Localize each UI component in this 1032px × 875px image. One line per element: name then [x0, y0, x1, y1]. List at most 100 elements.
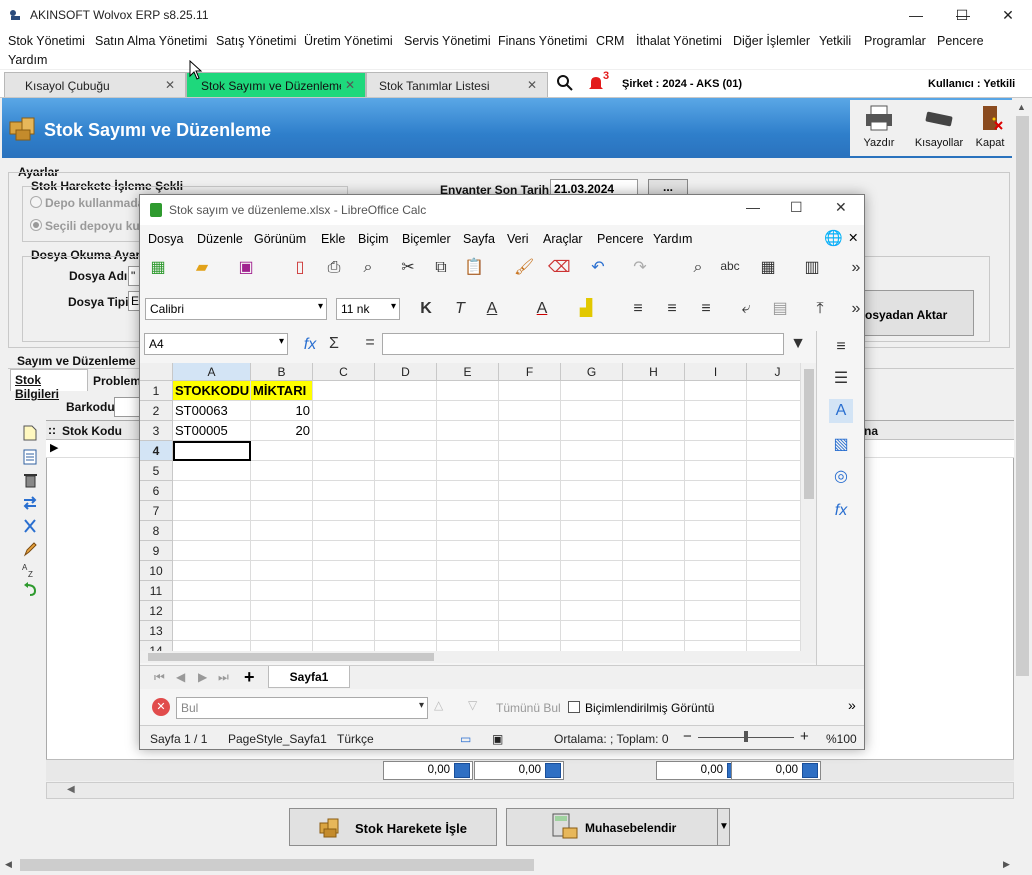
cell-c4[interactable]	[313, 441, 375, 461]
cell-c12[interactable]	[313, 601, 375, 621]
status-zoom[interactable]: %100	[826, 732, 857, 746]
cell-f8[interactable]	[499, 521, 561, 541]
cell-f14[interactable]	[499, 641, 561, 651]
cell-b14[interactable]	[251, 641, 313, 651]
calc-menu-bicemler[interactable]: Biçemler	[402, 232, 451, 246]
col-stock-code[interactable]: Stok Kodu	[62, 424, 122, 438]
print-icon[interactable]: ⎙	[324, 258, 344, 278]
menu-pencere[interactable]: Pencere	[937, 34, 984, 48]
cut-icon[interactable]: ✂	[398, 258, 418, 278]
cell-e14[interactable]	[437, 641, 499, 651]
cell-b6[interactable]	[251, 481, 313, 501]
find-next-icon[interactable]: ▽	[468, 698, 477, 712]
cell-b13[interactable]	[251, 621, 313, 641]
cell-i3[interactable]	[685, 421, 747, 441]
export-pdf-icon[interactable]: ▯	[290, 258, 310, 278]
formula-input[interactable]	[382, 333, 784, 355]
zoom-out-icon[interactable]: −	[683, 728, 692, 745]
zoom-in-icon[interactable]: +	[800, 728, 809, 745]
column-header[interactable]: F	[499, 363, 561, 381]
cell-g7[interactable]	[561, 501, 623, 521]
redo-icon[interactable]: ↷	[630, 258, 650, 278]
align-center-icon[interactable]: ≡	[662, 299, 682, 319]
align-top-icon[interactable]: ⤒	[810, 299, 830, 319]
menu-satis[interactable]: Satış Yönetimi	[216, 34, 296, 48]
close-button[interactable]: ✕	[985, 0, 1031, 31]
column-icon[interactable]: ▥	[802, 258, 822, 278]
cell-b12[interactable]	[251, 601, 313, 621]
calculator-icon[interactable]	[545, 763, 561, 778]
row-header[interactable]: 3	[140, 421, 173, 441]
cell-f6[interactable]	[499, 481, 561, 501]
edit-pencil-icon[interactable]	[22, 541, 38, 557]
cell-c7[interactable]	[313, 501, 375, 521]
cell-i9[interactable]	[685, 541, 747, 561]
add-sheet-icon[interactable]: +	[244, 667, 255, 688]
undo-arrow-icon[interactable]	[22, 581, 38, 597]
cell-i12[interactable]	[685, 601, 747, 621]
menu-crm[interactable]: CRM	[596, 34, 624, 48]
cell-c13[interactable]	[313, 621, 375, 641]
cell-g5[interactable]	[561, 461, 623, 481]
cell-a4[interactable]	[173, 441, 251, 461]
cell-e9[interactable]	[437, 541, 499, 561]
cell-e7[interactable]	[437, 501, 499, 521]
menu-satin-alma[interactable]: Satın Alma Yönetimi	[95, 34, 207, 48]
expand-formula-icon[interactable]: ▼	[788, 334, 808, 354]
save-icon[interactable]: ▣	[236, 258, 256, 278]
menu-finans[interactable]: Finans Yönetimi	[498, 34, 587, 48]
cell-c14[interactable]	[313, 641, 375, 651]
cell-g8[interactable]	[561, 521, 623, 541]
cell-e1[interactable]	[437, 381, 499, 401]
print-button[interactable]: Yazdır	[851, 100, 907, 156]
row-header[interactable]: 9	[140, 541, 173, 561]
cell-g11[interactable]	[561, 581, 623, 601]
prev-sheet-icon[interactable]: ◀	[176, 670, 185, 684]
sum-icon[interactable]: Σ	[324, 334, 344, 354]
minimize-btn[interactable]: —	[893, 0, 939, 31]
align-left-icon[interactable]: ≡	[628, 299, 648, 319]
find-replace-icon[interactable]: ⌕	[688, 258, 708, 278]
formatted-view-checkbox[interactable]	[568, 701, 580, 713]
cell-b3[interactable]: 20	[251, 421, 313, 441]
cell-a13[interactable]	[173, 621, 251, 641]
cell-d4[interactable]	[375, 441, 437, 461]
cell-b11[interactable]	[251, 581, 313, 601]
gallery-icon[interactable]: ▧	[831, 435, 851, 455]
cell-g2[interactable]	[561, 401, 623, 421]
cell-b4[interactable]	[251, 441, 313, 461]
cell-b2[interactable]: 10	[251, 401, 313, 421]
cell-f9[interactable]	[499, 541, 561, 561]
row-header[interactable]: 10	[140, 561, 173, 581]
row-icon[interactable]: ▦	[758, 258, 778, 278]
highlight-icon[interactable]: ▟	[576, 299, 596, 319]
cell-e12[interactable]	[437, 601, 499, 621]
cell-a1[interactable]: STOKKODU	[173, 381, 251, 401]
row-header[interactable]: 11	[140, 581, 173, 601]
column-header[interactable]: C	[313, 363, 375, 381]
maximize-button[interactable]: ☐	[939, 0, 985, 31]
cell-a5[interactable]	[173, 461, 251, 481]
calc-maximize-button[interactable]: ☐	[790, 199, 803, 216]
globe-icon[interactable]: 🌐	[824, 229, 843, 247]
row-header[interactable]: 7	[140, 501, 173, 521]
cell-e2[interactable]	[437, 401, 499, 421]
font-color-icon[interactable]: A	[532, 299, 552, 319]
find-input[interactable]: Bul ▾	[176, 697, 428, 719]
cell-b10[interactable]	[251, 561, 313, 581]
spreadsheet-grid[interactable]: A B C D E F G H I J 1 STOKKODU MİKTARI 2 ST00063 10 3 ST0…	[140, 363, 816, 651]
swap-arrows-icon[interactable]	[22, 495, 38, 511]
cell-i5[interactable]	[685, 461, 747, 481]
cell-a2[interactable]: ST00063	[173, 401, 251, 421]
cell-g3[interactable]	[561, 421, 623, 441]
cell-h12[interactable]	[623, 601, 685, 621]
cell-f4[interactable]	[499, 441, 561, 461]
find-all-button[interactable]: Tümünü Bul	[496, 701, 561, 715]
font-name-select[interactable]: Calibri ▾	[145, 298, 327, 320]
cell-e8[interactable]	[437, 521, 499, 541]
tab-kisayol[interactable]: Kısayol Çubuğu ✕	[4, 72, 186, 97]
cell-f13[interactable]	[499, 621, 561, 641]
calculator-icon[interactable]	[802, 763, 818, 778]
function-wizard-icon[interactable]: fx	[300, 335, 320, 355]
calc-menu-dosya[interactable]: Dosya	[148, 232, 183, 246]
